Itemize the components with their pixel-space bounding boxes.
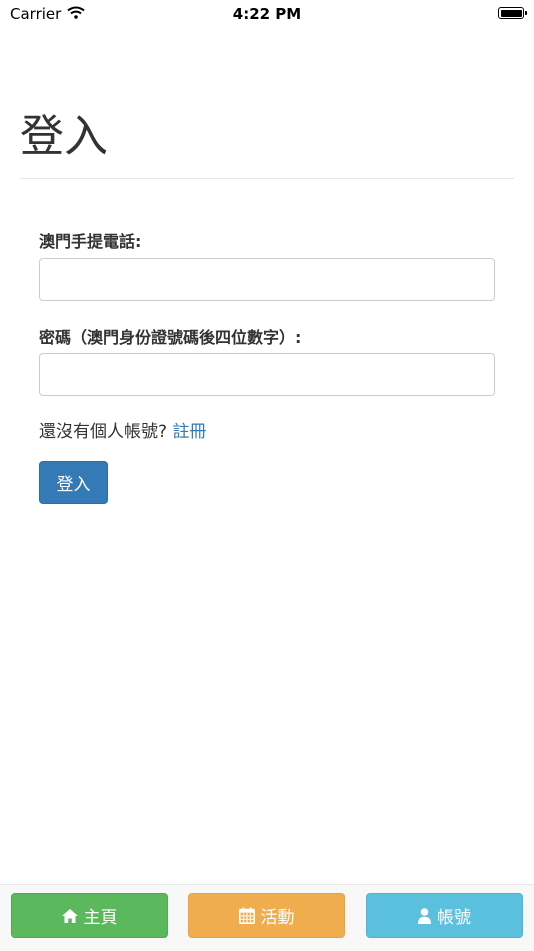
title-divider: [20, 178, 514, 179]
password-input[interactable]: [39, 353, 495, 396]
status-time: 4:22 PM: [232, 5, 302, 23]
login-button[interactable]: 登入: [39, 461, 108, 504]
tab-account[interactable]: 帳號: [366, 893, 523, 938]
home-icon: [61, 908, 78, 923]
battery-icon: [498, 7, 527, 19]
bottom-tab-bar: 主頁 活動 帳號: [0, 884, 534, 951]
password-label: 密碼（澳門身份證號碼後四位數字）:: [39, 328, 302, 347]
phone-label: 澳門手提電話:: [39, 232, 142, 251]
tab-home-label: 主頁: [83, 908, 118, 928]
tab-home[interactable]: 主頁: [11, 893, 168, 938]
page-title: 登入: [20, 111, 108, 162]
register-prompt: 還沒有個人帳號?: [39, 422, 173, 442]
calendar-icon: [238, 907, 255, 924]
tab-events-label: 活動: [260, 908, 295, 928]
status-bar: Carrier 4:22 PM: [0, 0, 534, 30]
register-link[interactable]: 註冊: [172, 422, 206, 442]
user-icon: [418, 907, 431, 924]
tab-account-label: 帳號: [437, 908, 471, 928]
tab-events[interactable]: 活動: [188, 893, 345, 938]
register-prompt-line: 還沒有個人帳號? 註冊: [39, 417, 206, 442]
phone-input[interactable]: [39, 258, 495, 301]
